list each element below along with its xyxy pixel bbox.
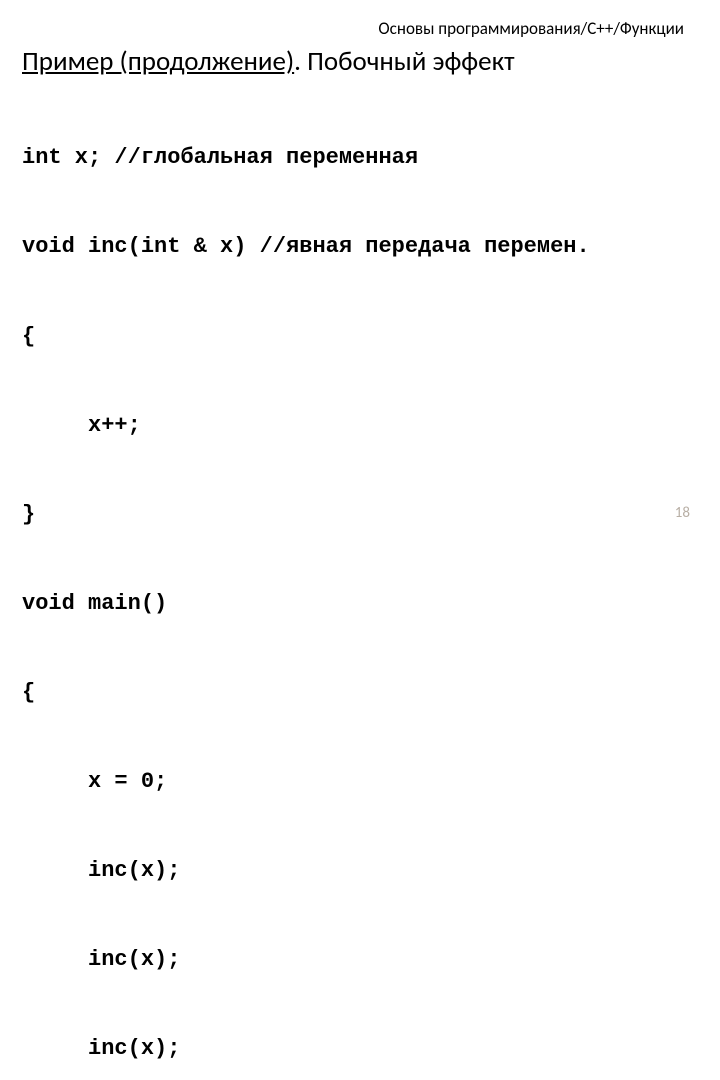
slide-header: Основы программирования/C++/Функции bbox=[22, 18, 688, 39]
title-rest: . Побочный эффект bbox=[294, 45, 514, 78]
code-line: void main() bbox=[22, 589, 688, 619]
code-line: x = 0; bbox=[22, 767, 688, 797]
code-line: x++; bbox=[22, 411, 688, 441]
slide-title: Пример (продолжение). Побочный эффект bbox=[22, 45, 688, 78]
code-line: inc(x); bbox=[22, 945, 688, 975]
code-line: int x; //глобальная переменная bbox=[22, 143, 688, 173]
code-line: } bbox=[22, 500, 688, 530]
code-line: void inc(int & x) //явная передача перем… bbox=[22, 232, 688, 262]
code-line: inc(x); bbox=[22, 856, 688, 886]
code-line: inc(x); bbox=[22, 1034, 688, 1064]
page-number: 18 bbox=[675, 504, 690, 522]
code-line: { bbox=[22, 678, 688, 708]
code-block: int x; //глобальная переменная void inc(… bbox=[22, 84, 688, 1080]
code-line: { bbox=[22, 322, 688, 352]
title-underlined: Пример (продолжение) bbox=[22, 45, 294, 78]
